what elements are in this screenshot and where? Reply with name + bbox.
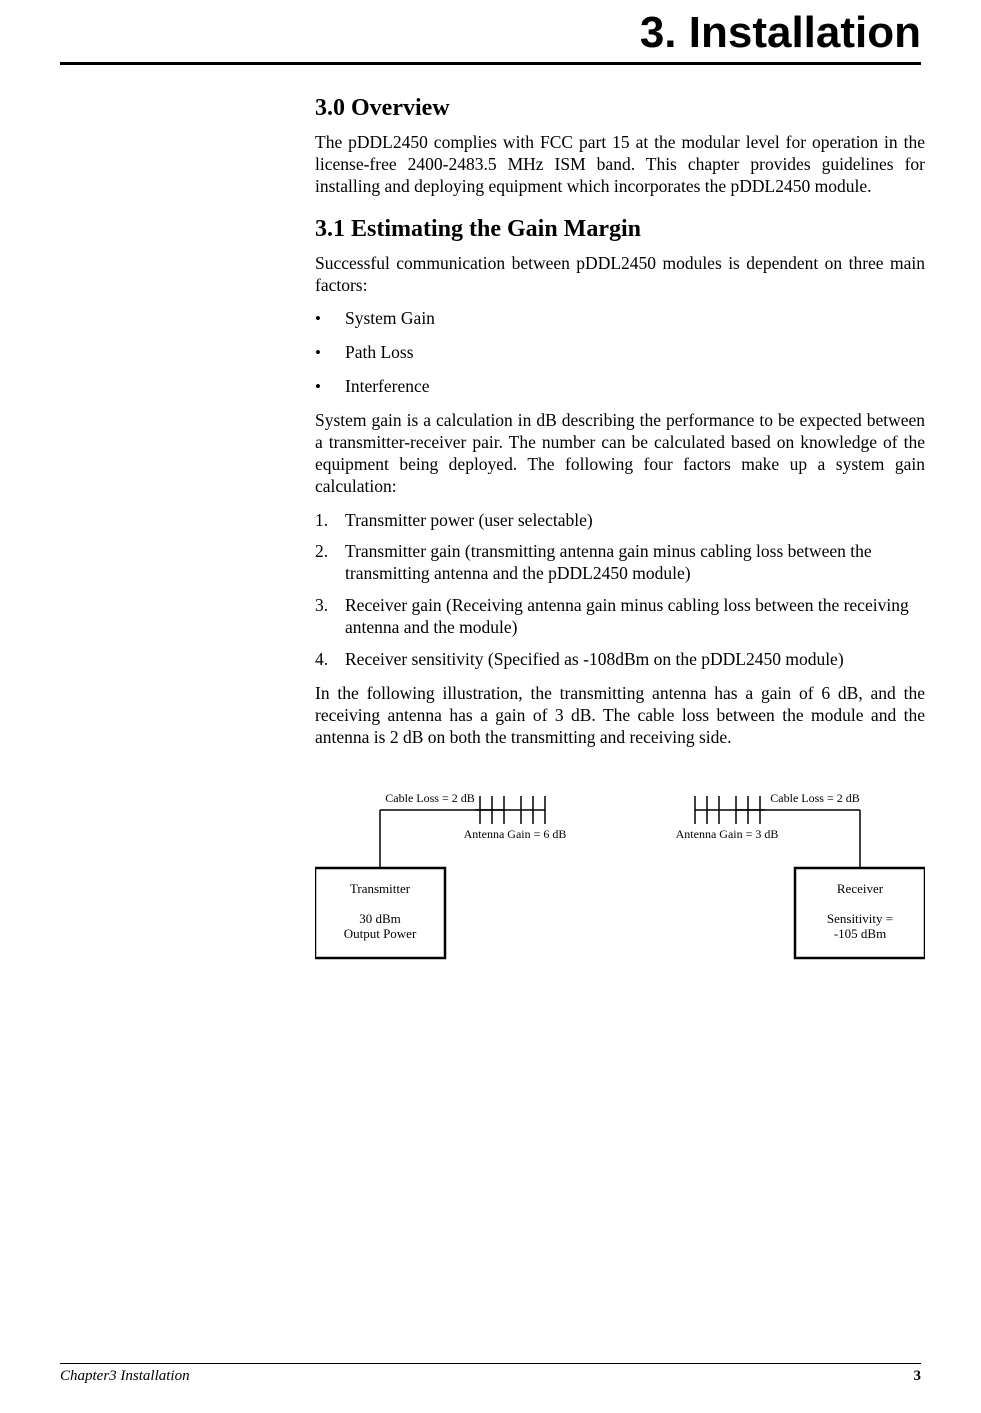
footer-chapter-label: Chapter3 Installation (60, 1368, 190, 1385)
receiver-sensitivity-label: Sensitivity = (827, 911, 893, 926)
transmitter-title: Transmitter (350, 881, 411, 896)
factors-bullet-list: System Gain Path Loss Interference (315, 308, 925, 398)
page-number: 3 (914, 1368, 922, 1385)
list-item: Path Loss (315, 342, 925, 364)
diagram-svg: Transmitter 30 dBm Output Power Receiver… (315, 778, 925, 978)
section-3-1-heading: 3.1 Estimating the Gain Margin (315, 216, 925, 243)
illustration-paragraph: In the following illustration, the trans… (315, 683, 925, 749)
transmitter-power: 30 dBm (359, 911, 401, 926)
list-item: Interference (315, 376, 925, 398)
section-3-0-heading: 3.0 Overview (315, 95, 925, 122)
transmitter-output: Output Power (344, 926, 417, 941)
gain-factors-list: Transmitter power (user selectable) Tran… (315, 510, 925, 671)
list-item: Receiver sensitivity (Specified as -108d… (315, 649, 925, 671)
receiver-sensitivity-value: -105 dBm (834, 926, 886, 941)
page-footer: Chapter3 Installation 3 (60, 1363, 921, 1385)
main-content: 3.0 Overview The pDDL2450 complies with … (315, 95, 925, 978)
tx-antenna-icon (475, 796, 545, 824)
tx-cable-loss-label: Cable Loss = 2 dB (385, 791, 474, 805)
receiver-title: Receiver (837, 881, 884, 896)
section-3-0-paragraph: The pDDL2450 complies with FCC part 15 a… (315, 132, 925, 198)
list-item: Receiver gain (Receiving antenna gain mi… (315, 595, 925, 639)
list-item: Transmitter power (user selectable) (315, 510, 925, 532)
list-item: System Gain (315, 308, 925, 330)
tx-antenna-gain-label: Antenna Gain = 6 dB (464, 827, 567, 841)
system-gain-paragraph: System gain is a calculation in dB descr… (315, 410, 925, 498)
rx-antenna-icon (695, 796, 765, 824)
rx-antenna-gain-label: Antenna Gain = 3 dB (676, 827, 779, 841)
section-3-1-intro: Successful communication between pDDL245… (315, 253, 925, 297)
chapter-title: 3. Installation (60, 0, 921, 65)
rx-cable-loss-label: Cable Loss = 2 dB (770, 791, 859, 805)
list-item: Transmitter gain (transmitting antenna g… (315, 541, 925, 585)
gain-diagram: Transmitter 30 dBm Output Power Receiver… (315, 778, 925, 978)
